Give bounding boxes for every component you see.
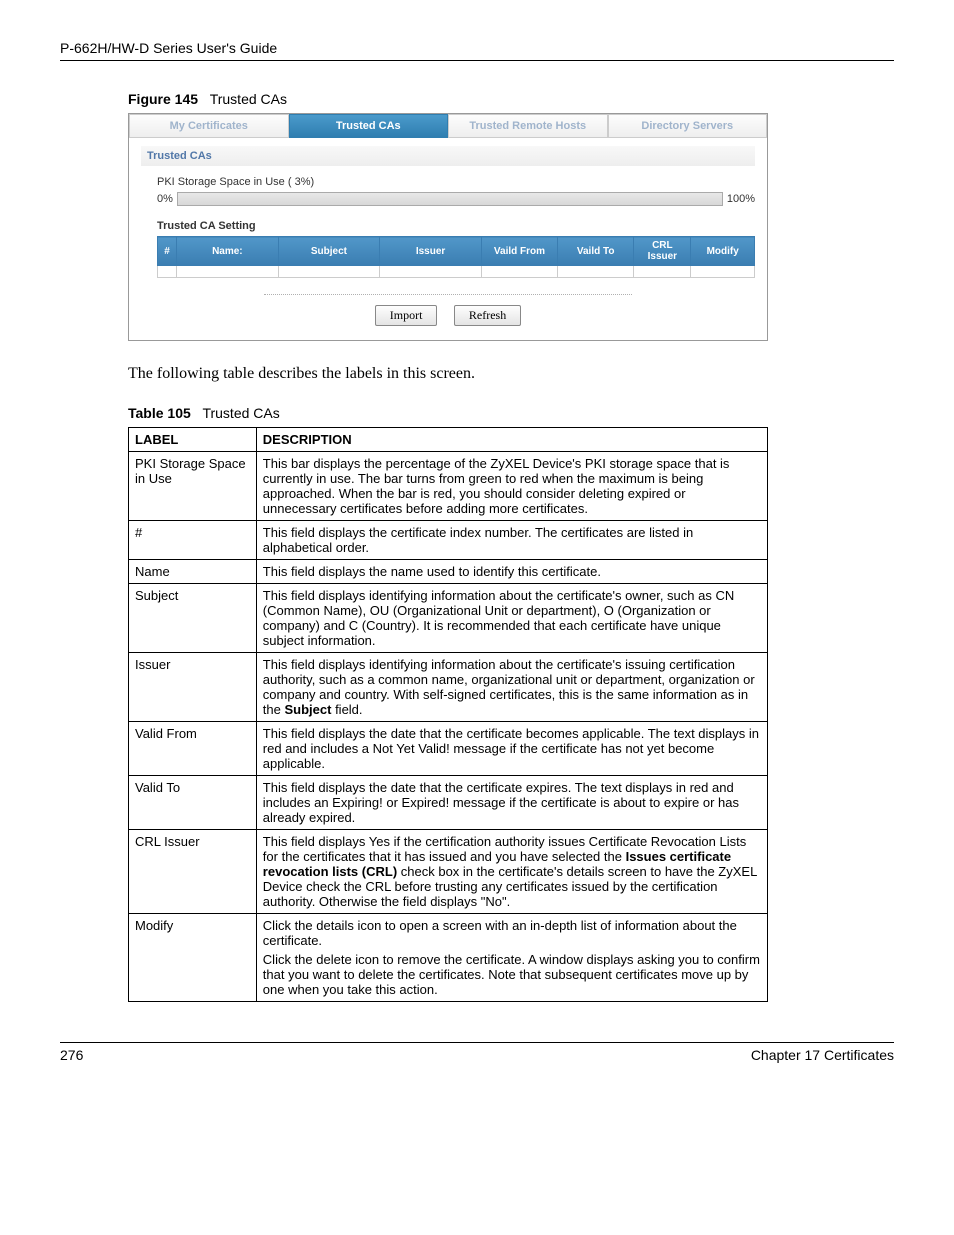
chapter-label: Chapter 17 Certificates [751,1047,894,1063]
table-row: CRL Issuer This field displays Yes if th… [129,830,768,914]
col-index[interactable]: # [158,237,177,266]
storage-usage-label: PKI Storage Space in Use ( 3%) [157,176,755,188]
setting-title: Trusted CA Setting [157,220,755,232]
figure-title: Trusted CAs [210,91,287,107]
table-row: Valid To This field displays the date th… [129,776,768,830]
intro-paragraph: The following table describes the labels… [128,365,894,383]
row-label: Name [129,560,257,584]
row-label: Valid To [129,776,257,830]
col-modify[interactable]: Modify [691,237,755,266]
col-valid-to[interactable]: Vaild To [558,237,634,266]
table-row: Issuer This field displays identifying i… [129,653,768,722]
row-label: Valid From [129,722,257,776]
th-label: LABEL [129,428,257,452]
row-label: Modify [129,914,257,1002]
storage-bar [177,192,723,206]
row-label: CRL Issuer [129,830,257,914]
row-label: PKI Storage Space in Use [129,452,257,521]
row-desc: This field displays the name used to ide… [256,560,767,584]
col-valid-from[interactable]: Vaild From [481,237,557,266]
tab-directory-servers[interactable]: Directory Servers [608,114,768,138]
figure-caption: Figure 145 Trusted CAs [128,91,894,107]
row-desc: This field displays identifying informat… [256,653,767,722]
row-desc: This field displays identifying informat… [256,584,767,653]
col-issuer[interactable]: Issuer [380,237,482,266]
ca-setting-table: # Name: Subject Issuer Vaild From Vaild … [157,236,755,278]
row-desc: This field displays the certificate inde… [256,521,767,560]
table-title: Trusted CAs [202,405,279,421]
col-crl-issuer[interactable]: CRL Issuer [634,237,691,266]
row-desc: This field displays the date that the ce… [256,722,767,776]
refresh-button[interactable]: Refresh [454,305,521,326]
screenshot-panel: My Certificates Trusted CAs Trusted Remo… [128,113,768,341]
separator [264,294,632,295]
row-desc: This bar displays the percentage of the … [256,452,767,521]
table-row: Modify Click the details icon to open a … [129,914,768,1002]
table-row: Subject This field displays identifying … [129,584,768,653]
row-label: Issuer [129,653,257,722]
figure-number: Figure 145 [128,91,198,107]
panel-section-title: Trusted CAs [141,146,755,166]
row-label: # [129,521,257,560]
table-number: Table 105 [128,405,191,421]
row-desc: This field displays the date that the ce… [256,776,767,830]
th-description: DESCRIPTION [256,428,767,452]
tab-trusted-remote-hosts[interactable]: Trusted Remote Hosts [448,114,608,138]
bar-min-label: 0% [157,193,173,205]
page-footer: 276 Chapter 17 Certificates [60,1042,894,1063]
table-row [158,266,755,278]
description-table: LABEL DESCRIPTION PKI Storage Space in U… [128,427,768,1002]
table-row: Valid From This field displays the date … [129,722,768,776]
bar-max-label: 100% [727,193,755,205]
col-name[interactable]: Name: [177,237,279,266]
page-number: 276 [60,1047,83,1063]
table-row: # This field displays the certificate in… [129,521,768,560]
import-button[interactable]: Import [375,305,438,326]
row-label: Subject [129,584,257,653]
tab-my-certificates[interactable]: My Certificates [129,114,289,138]
table-caption: Table 105 Trusted CAs [128,405,894,421]
page-header: P-662H/HW-D Series User's Guide [60,40,894,61]
row-desc: This field displays Yes if the certifica… [256,830,767,914]
row-desc: Click the details icon to open a screen … [256,914,767,1002]
table-row: Name This field displays the name used t… [129,560,768,584]
table-row: PKI Storage Space in Use This bar displa… [129,452,768,521]
tab-bar: My Certificates Trusted CAs Trusted Remo… [129,114,767,138]
col-subject[interactable]: Subject [278,237,380,266]
tab-trusted-cas[interactable]: Trusted CAs [289,114,449,138]
